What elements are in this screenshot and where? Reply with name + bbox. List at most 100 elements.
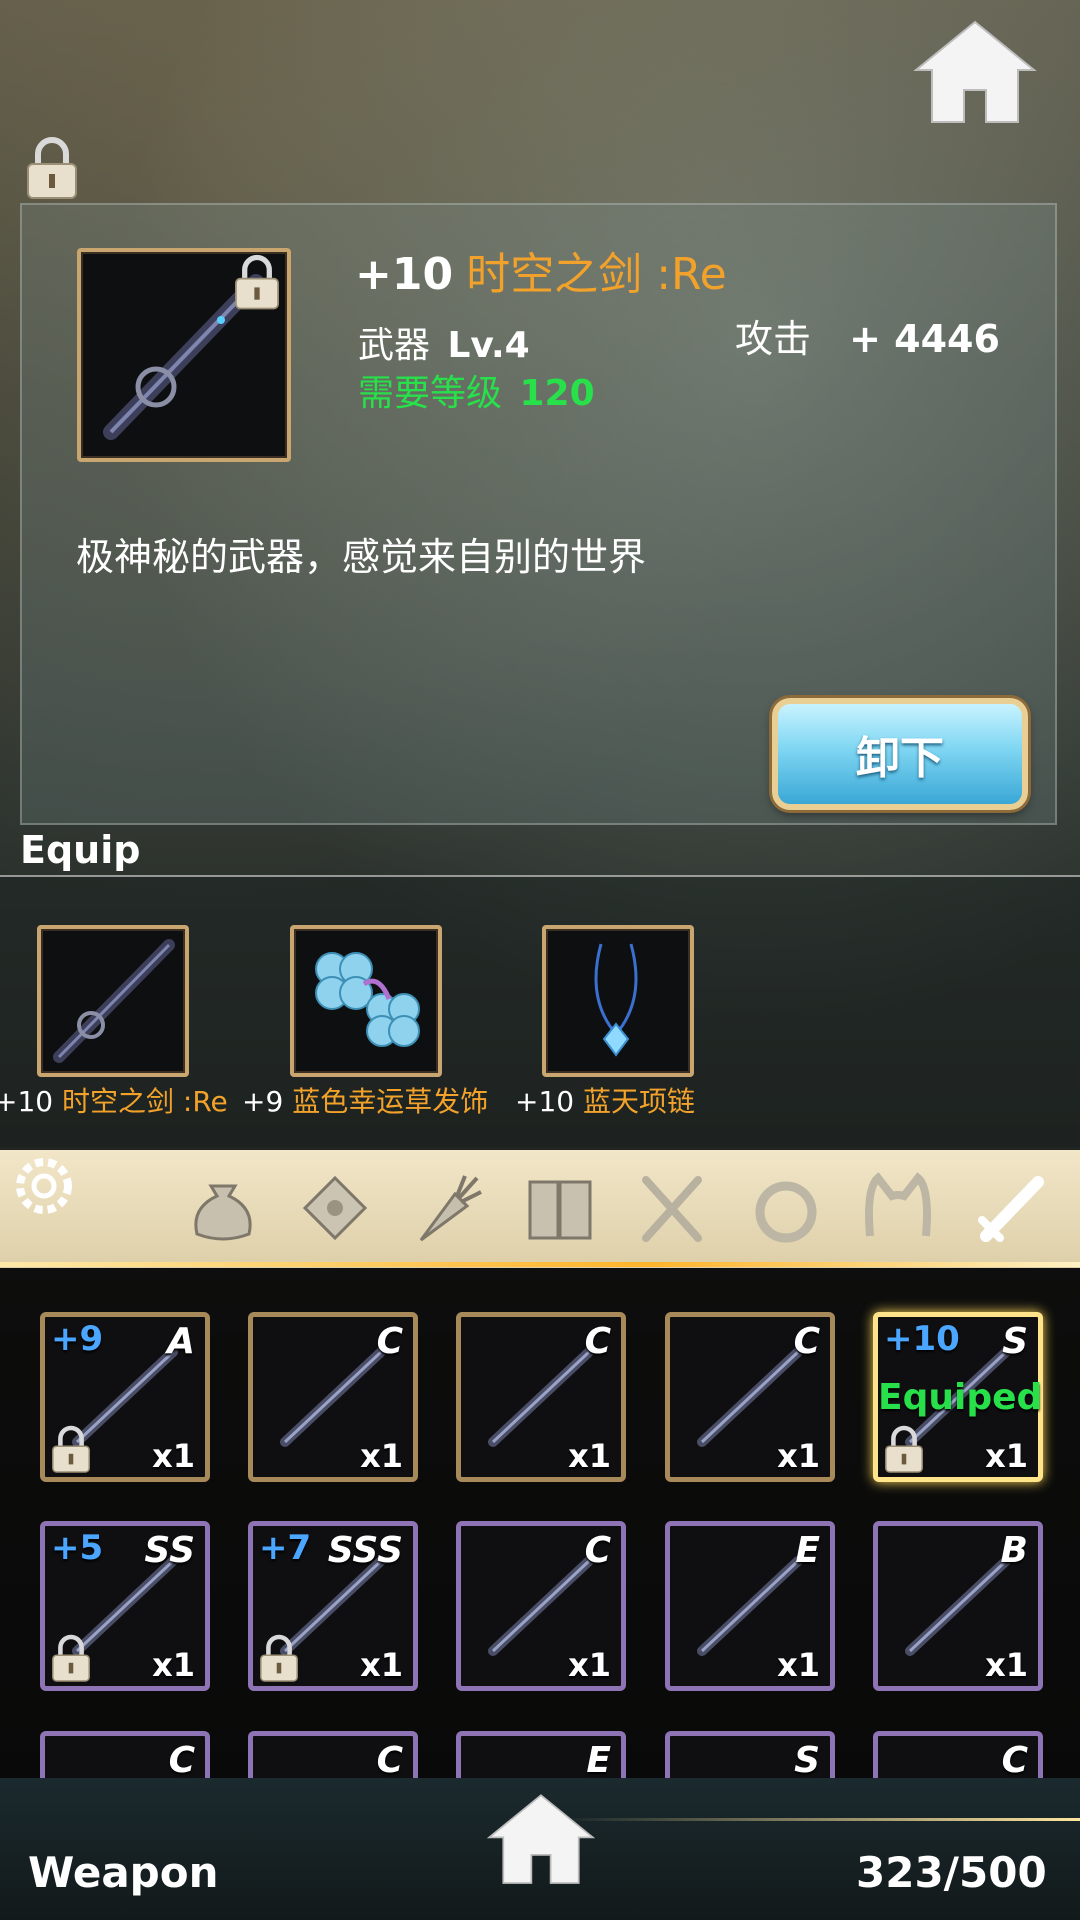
inventory-slot[interactable]: E — [456, 1731, 626, 1781]
item-type: 武器 — [358, 325, 431, 366]
scythe-icon — [488, 1347, 594, 1447]
tab-headwear[interactable] — [858, 1168, 938, 1248]
inventory-slot[interactable]: +9 Ax1 — [40, 1312, 210, 1482]
blade-icon — [697, 1556, 803, 1656]
inventory-slot[interactable]: C — [873, 1731, 1043, 1781]
equipped-indicator: Equiped — [878, 1377, 1043, 1418]
tab-utensils[interactable] — [632, 1168, 712, 1248]
lock-icon — [260, 1634, 298, 1682]
inventory-capacity: 323/500 — [856, 1848, 1047, 1897]
attack-value: + 4446 — [849, 317, 1000, 361]
enhance-level: +9 — [51, 1319, 104, 1359]
attack-label: 攻击 — [735, 317, 812, 361]
tab-bag[interactable] — [183, 1168, 263, 1248]
grade-badge: S — [794, 1740, 820, 1781]
home-icon — [913, 20, 1037, 123]
settings-button[interactable] — [8, 1150, 84, 1226]
required-level-value: 120 — [519, 373, 595, 414]
equipped-slot-hair[interactable] — [290, 925, 442, 1077]
quantity: x1 — [777, 1437, 820, 1475]
lock-icon — [27, 137, 77, 199]
lock-icon — [52, 1634, 90, 1682]
enhance-level: +10 — [884, 1319, 960, 1359]
equipped-label-necklace: +10 蓝天项链 — [515, 1080, 695, 1120]
equipped-name: 蓝色幸运草发饰 — [292, 1085, 489, 1118]
quantity: x1 — [360, 1437, 403, 1475]
tab-bar-divider — [0, 1262, 1080, 1267]
quantity: x1 — [985, 1646, 1028, 1684]
grade-badge: E — [586, 1740, 611, 1781]
equipped-plus: +10 — [0, 1085, 54, 1118]
inventory-slot[interactable]: C — [40, 1731, 210, 1781]
equipped-label-weapon: +10 时空之剑 :Re — [0, 1080, 228, 1120]
required-level: 需要等级 120 — [358, 364, 595, 416]
grade-badge: SS — [144, 1530, 195, 1571]
tab-carrot[interactable] — [407, 1168, 487, 1248]
item-name: 时空之剑 :Re — [466, 249, 727, 300]
item-level: Lv.4 — [447, 325, 530, 366]
equipped-slot-necklace[interactable] — [542, 925, 694, 1077]
inventory-slot[interactable]: S — [665, 1731, 835, 1781]
inventory-slot[interactable]: +5 SS x1 — [40, 1521, 210, 1691]
equipped-label-hair: +9 蓝色幸运草发饰 — [242, 1080, 488, 1120]
lock-toggle-button[interactable] — [22, 136, 82, 202]
settings-icon — [16, 1158, 72, 1214]
grade-badge: C — [376, 1740, 403, 1781]
grade-badge: C — [168, 1740, 195, 1781]
unequip-button[interactable]: 卸下 — [772, 698, 1028, 810]
grade-badge: C — [584, 1530, 611, 1571]
equipped-plus: +9 — [242, 1085, 284, 1118]
home-button-bottom[interactable] — [484, 1790, 598, 1890]
tab-letter[interactable] — [295, 1168, 375, 1248]
inventory-slot[interactable]: C — [248, 1731, 418, 1781]
book-icon — [528, 1180, 592, 1240]
utensils-icon — [642, 1176, 702, 1242]
sword-tab-icon — [978, 1176, 1044, 1242]
inventory-slot[interactable]: Ex1 — [665, 1521, 835, 1691]
tab-weapon[interactable] — [972, 1168, 1052, 1248]
category-title: Weapon — [28, 1848, 219, 1897]
equipped-name: 时空之剑 :Re — [62, 1085, 228, 1118]
bag-icon — [194, 1184, 252, 1241]
inventory-slot[interactable]: +7 SSS x1 — [248, 1521, 418, 1691]
tab-ring[interactable] — [746, 1168, 826, 1248]
grade-badge: C — [584, 1321, 611, 1362]
item-type-level: 武器 Lv.4 — [358, 316, 530, 368]
grade-badge: E — [795, 1530, 820, 1571]
equip-section-title: Equip — [20, 828, 141, 872]
ring-icon — [755, 1181, 817, 1243]
grade-badge: C — [1001, 1740, 1028, 1781]
quantity: x1 — [568, 1646, 611, 1684]
equip-divider — [0, 875, 1080, 877]
inventory-slot[interactable]: Cx1 — [456, 1521, 626, 1691]
quantity: x1 — [152, 1646, 195, 1684]
equipped-slot-weapon[interactable] — [37, 925, 189, 1077]
attack-stat: 攻击 + 4446 — [735, 308, 1000, 363]
inventory-slot[interactable]: Bx1 — [873, 1521, 1043, 1691]
grade-badge: A — [167, 1321, 195, 1362]
grade-badge: C — [793, 1321, 820, 1362]
inventory-slot[interactable]: +10 S Equiped x1 — [873, 1312, 1043, 1482]
grade-badge: C — [376, 1321, 403, 1362]
inventory-slot[interactable]: Cx1 — [665, 1312, 835, 1482]
lock-icon — [885, 1425, 923, 1473]
equipped-name: 蓝天项链 — [583, 1085, 696, 1118]
equipped-plus: +10 — [515, 1085, 575, 1118]
spear-icon — [697, 1347, 803, 1447]
necklace-icon — [594, 943, 638, 1057]
cat-ears-icon — [865, 1172, 931, 1237]
grade-badge: B — [1000, 1530, 1028, 1571]
selected-item-slot — [77, 248, 291, 462]
clover-hairpin-icon — [315, 952, 420, 1047]
quantity: x1 — [360, 1646, 403, 1684]
inventory-slot[interactable]: Cx1 — [456, 1312, 626, 1482]
quantity: x1 — [985, 1437, 1028, 1475]
lock-icon — [235, 254, 279, 310]
quantity: x1 — [152, 1437, 195, 1475]
tab-book[interactable] — [520, 1168, 600, 1248]
inventory-slot[interactable]: Cx1 — [248, 1312, 418, 1482]
grade-badge: S — [1002, 1321, 1028, 1362]
quantity: x1 — [568, 1437, 611, 1475]
home-button[interactable] — [910, 18, 1040, 128]
item-enhance-level: +10 — [355, 249, 454, 300]
